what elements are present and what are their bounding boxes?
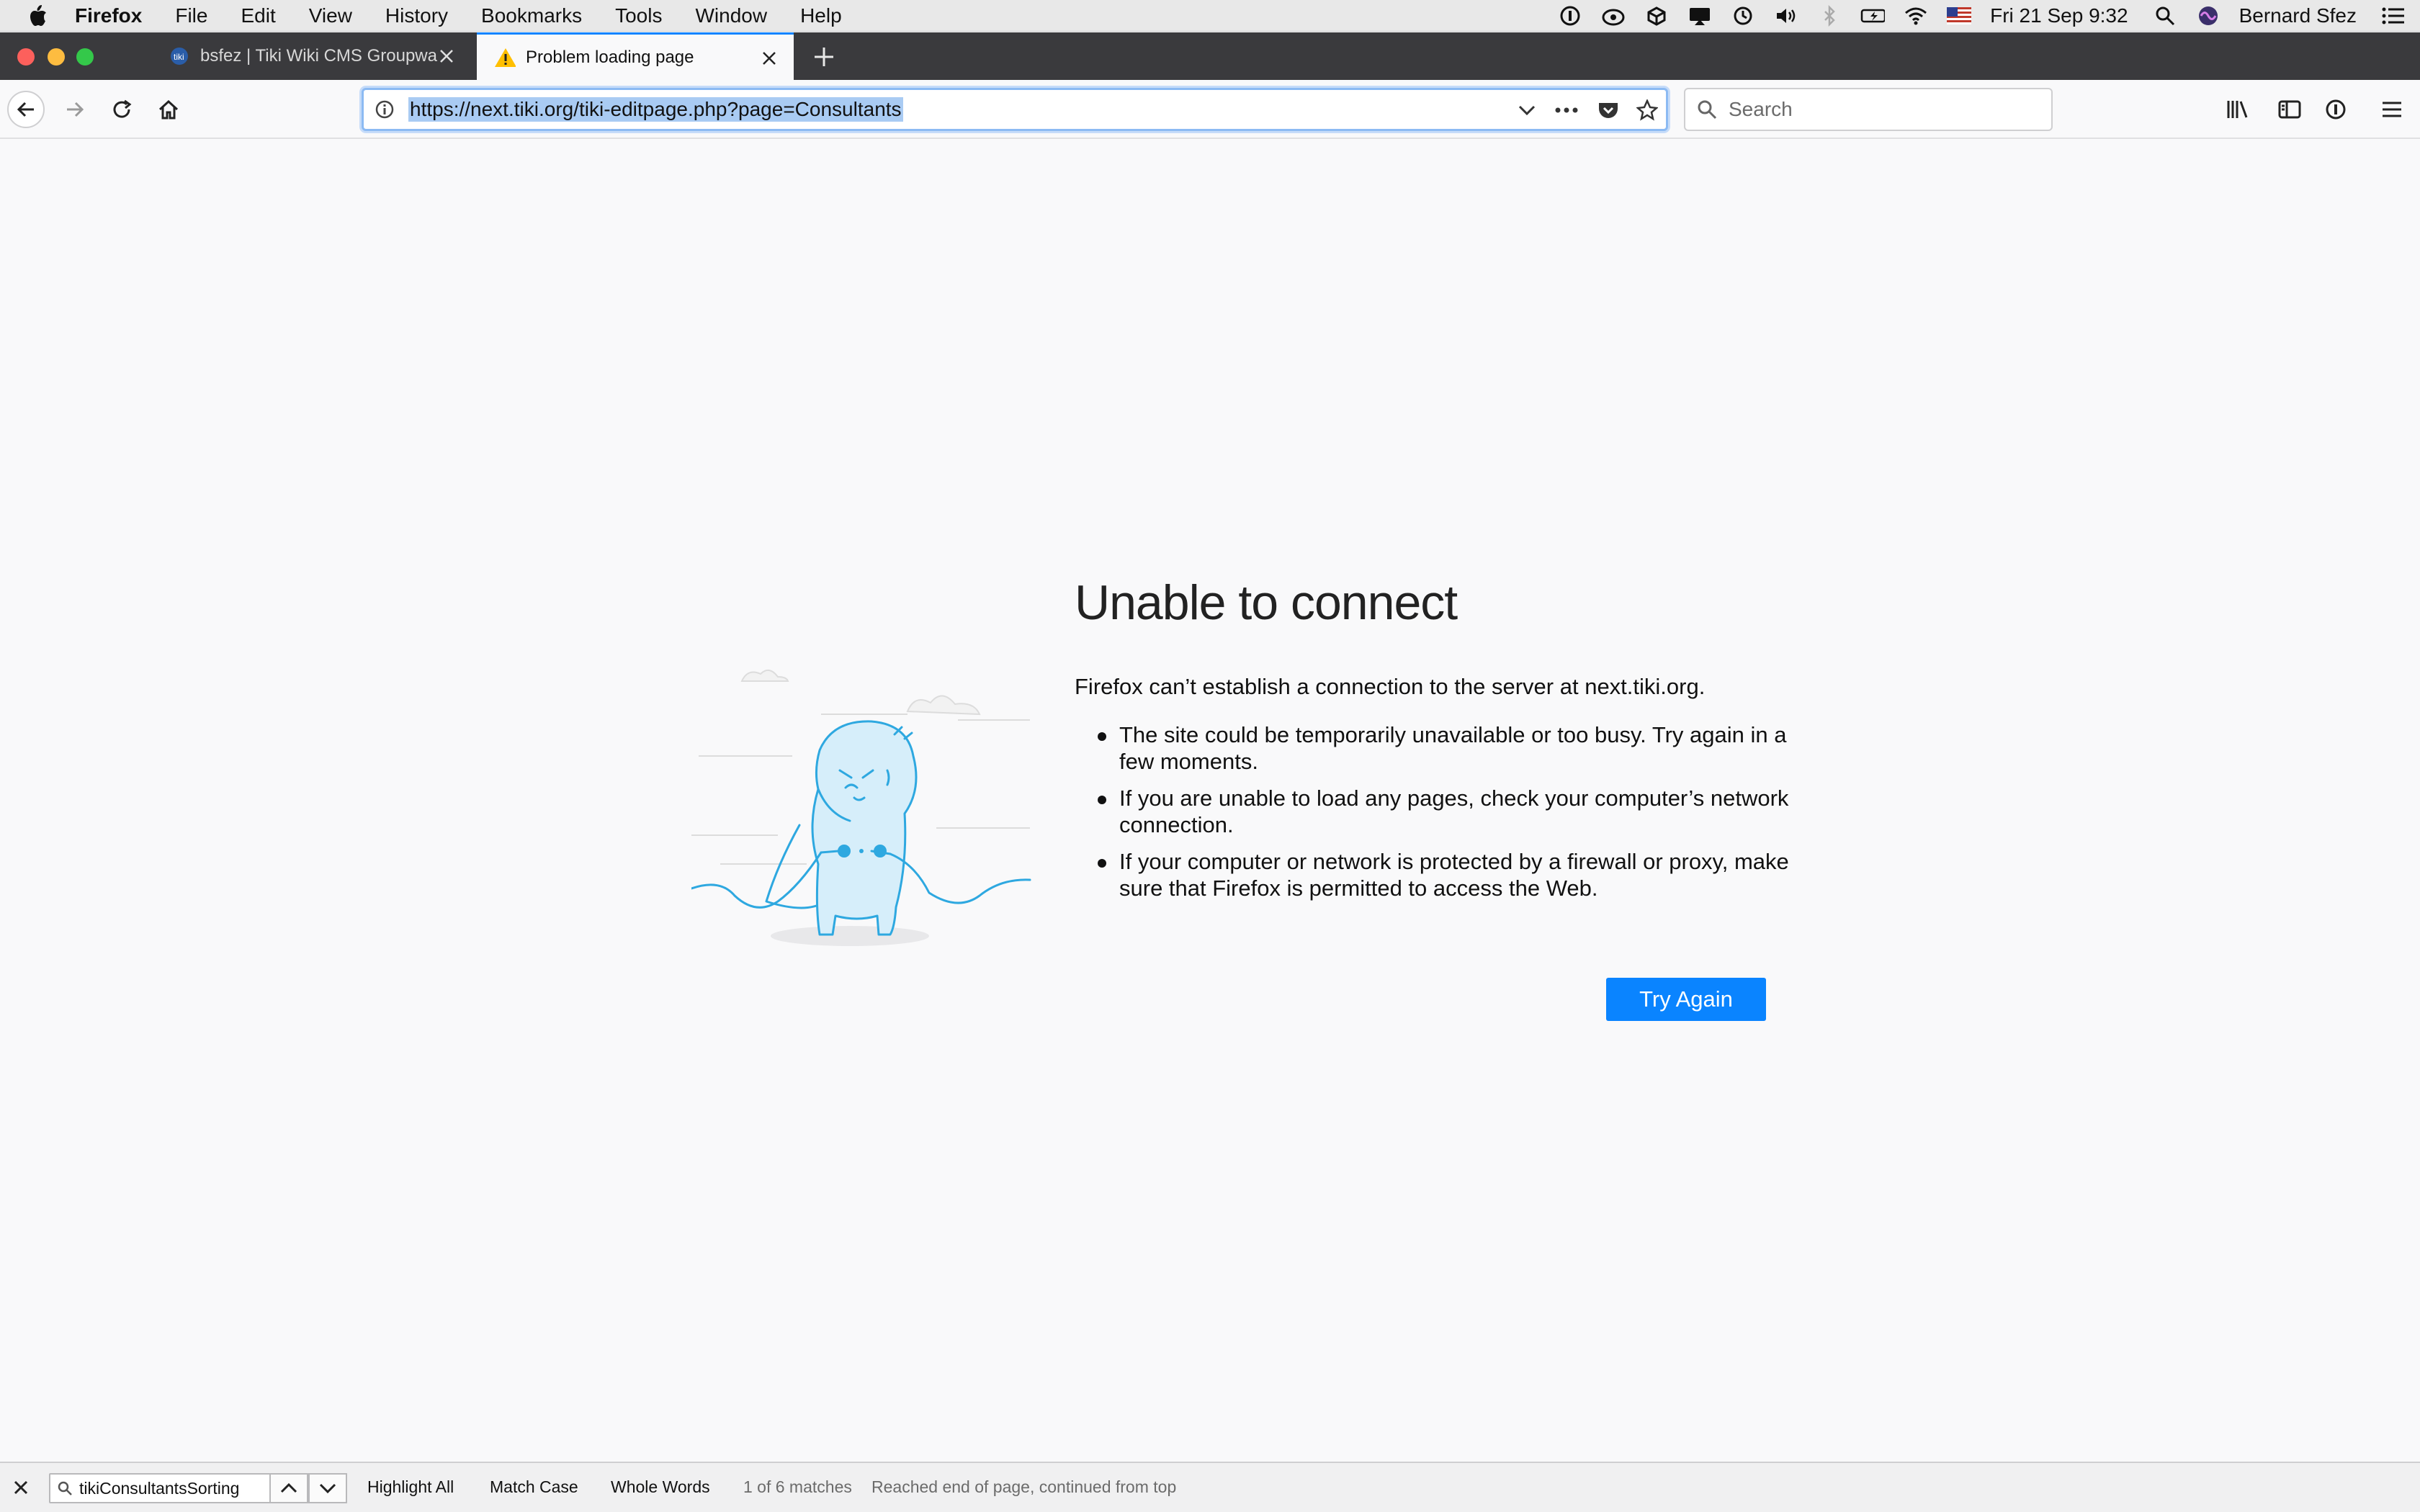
time-machine-icon[interactable]	[1731, 4, 1755, 28]
error-suggestions-list: The site could be temporarily unavailabl…	[1075, 721, 1795, 912]
pocket-icon[interactable]	[1595, 99, 1621, 122]
svg-text:tiki: tiki	[174, 52, 184, 62]
error-description: Firefox can’t establish a connection to …	[1075, 674, 1706, 699]
find-previous-button[interactable]	[269, 1473, 308, 1503]
battery-charging-icon[interactable]	[1860, 4, 1886, 28]
apple-menu-icon[interactable]	[26, 4, 49, 27]
menubar-user[interactable]: Bernard Sfez	[2239, 4, 2357, 27]
tab-close-icon[interactable]	[758, 47, 781, 70]
menu-history[interactable]: History	[385, 0, 448, 32]
menu-tools[interactable]: Tools	[615, 0, 662, 32]
site-info-icon[interactable]	[374, 99, 395, 120]
hamburger-menu-icon[interactable]	[2374, 91, 2410, 127]
onepassword-extension-icon[interactable]	[2318, 91, 2354, 127]
find-next-button[interactable]	[308, 1473, 347, 1503]
forward-arrow-icon[interactable]	[56, 91, 94, 128]
onepassword-icon[interactable]	[1558, 4, 1582, 28]
tab-strip: tiki bsfez | Tiki Wiki CMS Groupware Pro…	[0, 32, 2420, 80]
new-tab-plus-icon[interactable]	[810, 42, 838, 71]
find-status-message: Reached end of page, continued from top	[871, 1477, 1177, 1496]
siri-icon[interactable]	[2196, 4, 2220, 28]
bookmark-star-icon[interactable]	[1634, 99, 1660, 122]
suggestion-item: If you are unable to load any pages, che…	[1075, 785, 1795, 838]
find-bar: tikiConsultantsSorting Highlight All Mat…	[0, 1462, 2420, 1512]
reload-icon[interactable]	[104, 91, 141, 128]
menubar-clock[interactable]: Fri 21 Sep 9:32	[1990, 4, 2128, 27]
library-icon[interactable]	[2220, 91, 2256, 127]
tab-title: bsfez | Tiki Wiki CMS Groupware	[200, 46, 438, 66]
page-actions-ellipsis-icon[interactable]	[1552, 99, 1581, 122]
dropbox-icon[interactable]	[1644, 4, 1669, 28]
error-title: Unable to connect	[1075, 575, 1458, 630]
try-again-button[interactable]: Try Again	[1606, 978, 1766, 1021]
us-flag-icon[interactable]	[1947, 4, 1972, 28]
menu-window[interactable]: Window	[695, 0, 767, 32]
menu-help[interactable]: Help	[800, 0, 842, 32]
notification-center-icon[interactable]	[2381, 4, 2406, 28]
suggestion-item: The site could be temporarily unavailabl…	[1075, 721, 1795, 775]
find-input-value: tikiConsultantsSorting	[79, 1478, 240, 1498]
highlight-all-toggle[interactable]: Highlight All	[367, 1477, 454, 1497]
search-icon	[1695, 98, 1718, 121]
menu-app-name[interactable]: Firefox	[75, 0, 142, 32]
window-minimize-button[interactable]	[48, 48, 65, 66]
find-match-count: 1 of 6 matches	[743, 1477, 852, 1496]
volume-icon[interactable]	[1774, 4, 1798, 28]
suggestion-item: If your computer or network is protected…	[1075, 848, 1795, 901]
search-placeholder: Search	[1729, 98, 1793, 120]
home-icon[interactable]	[150, 91, 187, 128]
tab-title: Problem loading page	[526, 47, 694, 67]
url-dropdown-chevron-icon[interactable]	[1515, 99, 1539, 122]
find-search-icon	[56, 1480, 73, 1497]
macos-menubar: Firefox File Edit View History Bookmarks…	[0, 0, 2420, 32]
whole-words-toggle[interactable]: Whole Words	[611, 1477, 710, 1497]
tab-tiki[interactable]: tiki bsfez | Tiki Wiki CMS Groupware	[151, 32, 471, 80]
spotlight-search-icon[interactable]	[2153, 4, 2177, 28]
tab-close-icon[interactable]	[435, 45, 458, 68]
menu-bookmarks[interactable]: Bookmarks	[481, 0, 582, 32]
window-zoom-button[interactable]	[76, 48, 94, 66]
disconnected-dinosaur-illustration	[690, 648, 1037, 950]
menu-edit[interactable]: Edit	[241, 0, 275, 32]
url-text[interactable]: https://next.tiki.org/tiki-editpage.php?…	[408, 97, 903, 122]
find-bar-close-icon[interactable]	[10, 1477, 32, 1498]
airplay-display-icon[interactable]	[1688, 4, 1712, 28]
find-input[interactable]: tikiConsultantsSorting	[49, 1473, 271, 1503]
sidebar-toggle-icon[interactable]	[2272, 91, 2308, 127]
creative-cloud-icon[interactable]	[1601, 4, 1626, 28]
back-arrow-icon[interactable]	[7, 91, 45, 128]
tab-problem-loading[interactable]: Problem loading page	[477, 32, 794, 80]
match-case-toggle[interactable]: Match Case	[490, 1477, 578, 1497]
wifi-icon[interactable]	[1904, 4, 1928, 28]
menu-view[interactable]: View	[309, 0, 352, 32]
warning-icon	[494, 47, 516, 68]
menu-file[interactable]: File	[175, 0, 207, 32]
window-close-button[interactable]	[17, 48, 35, 66]
search-bar[interactable]: Search	[1684, 88, 2053, 131]
tiki-icon: tiki	[169, 45, 190, 67]
bluetooth-icon[interactable]	[1817, 4, 1842, 28]
url-bar[interactable]: https://next.tiki.org/tiki-editpage.php?…	[362, 88, 1668, 131]
